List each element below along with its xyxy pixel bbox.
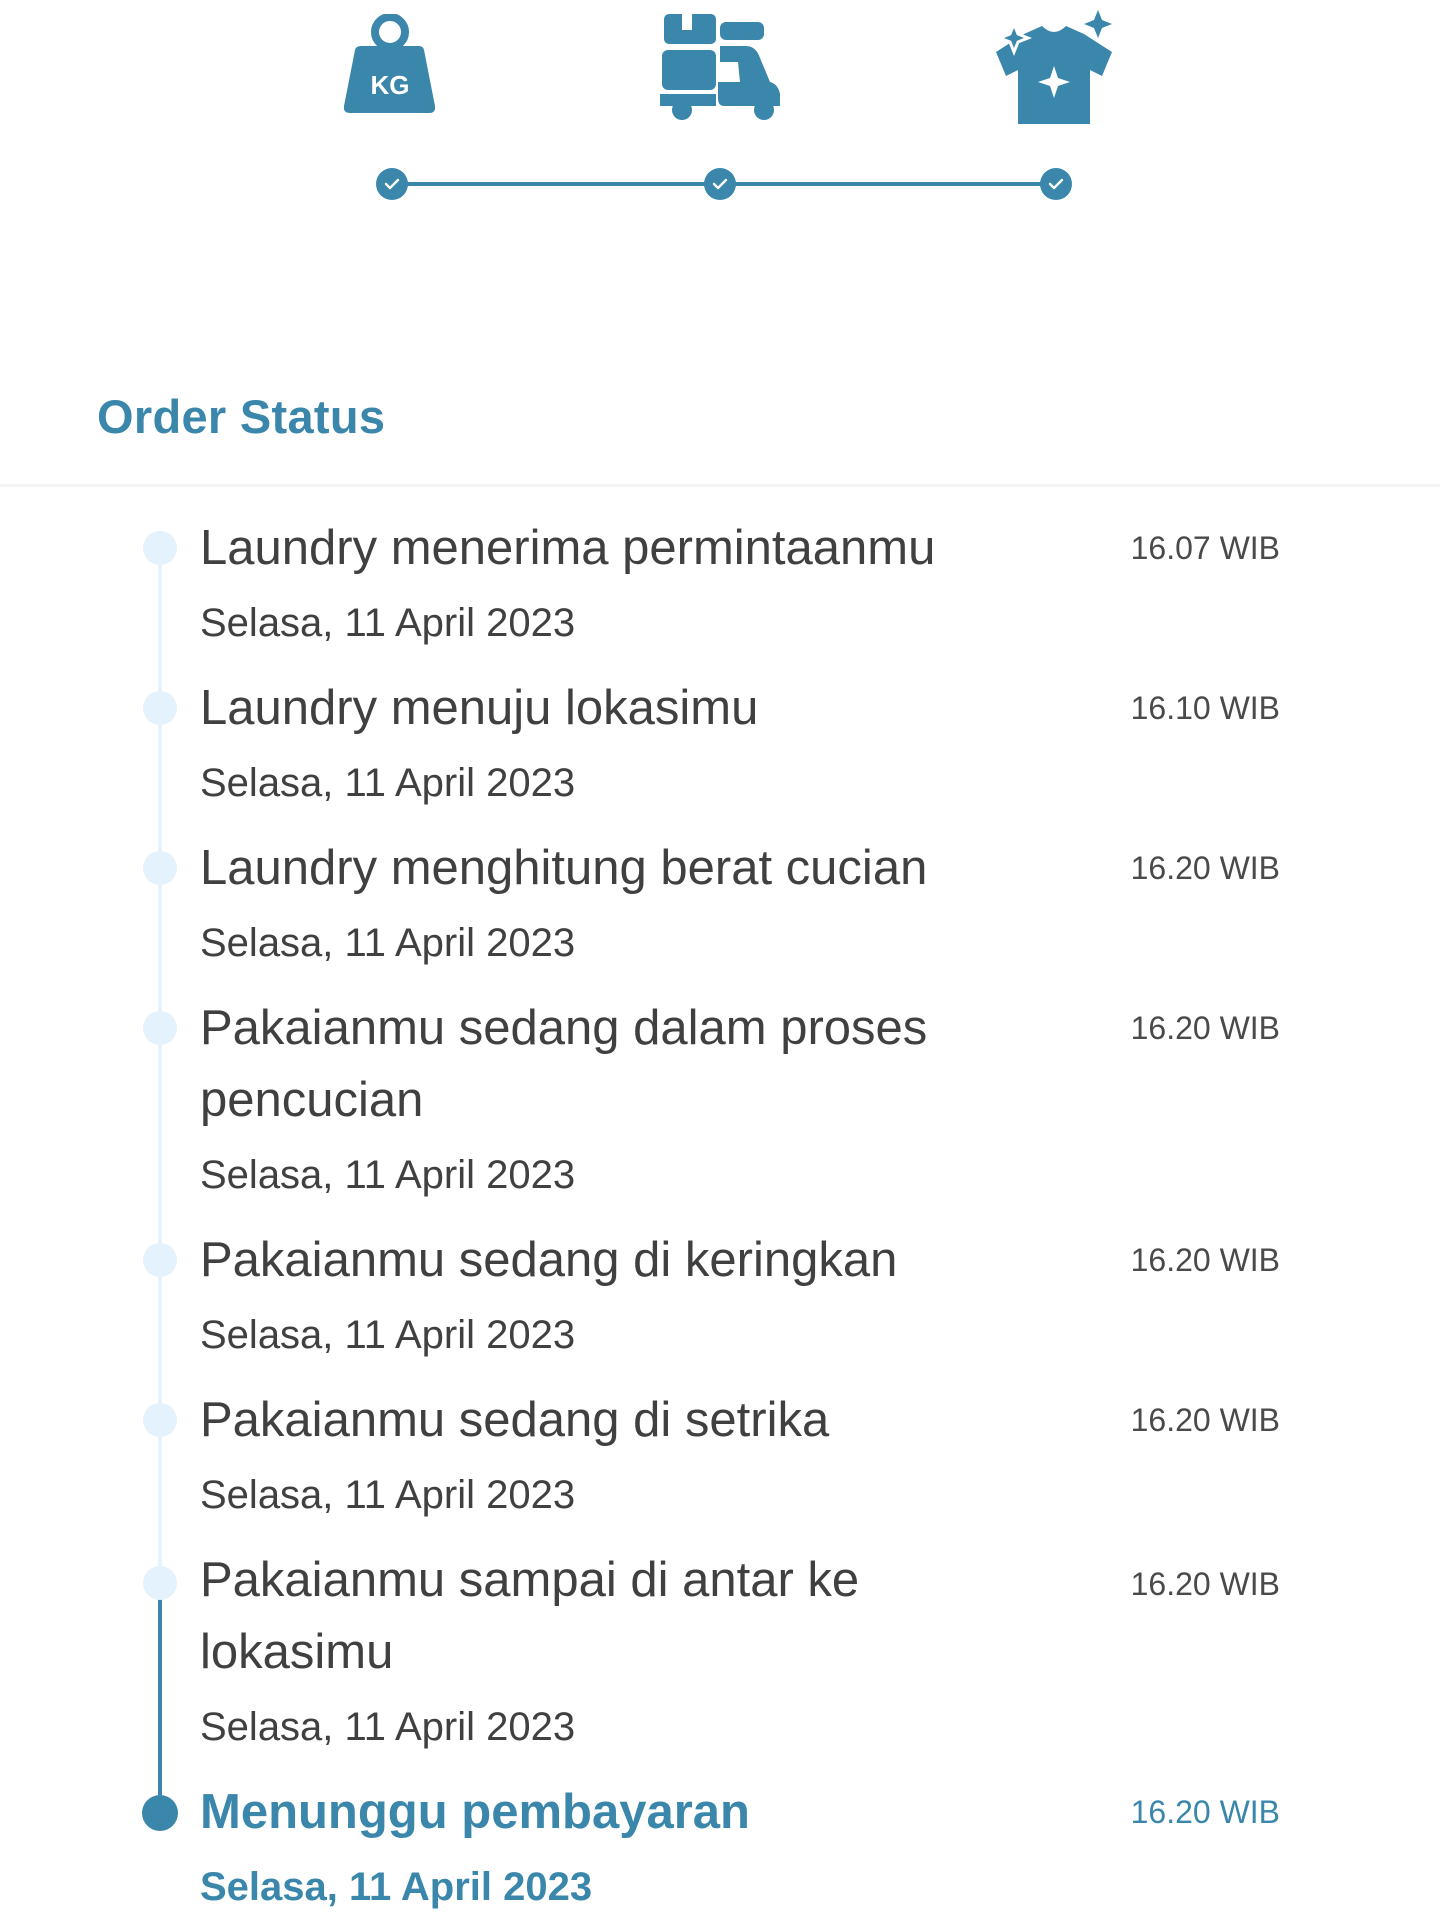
timeline-item-date: Selasa, 11 April 2023 [200,1473,576,1517]
timeline-item-date: Selasa, 11 April 2023 [200,1313,576,1357]
timeline-item-time: 16.20 WIB [1130,1010,1280,1046]
timeline-dot-active [142,1795,178,1831]
timeline-item-title: Pakaianmu sampai di antar ke lokasimu [200,1553,860,1679]
timeline-item-title: Pakaianmu sedang di keringkan [200,1233,898,1287]
timeline-dot [143,691,177,725]
timeline-item-title: Pakaianmu sedang dalam proses pencucian [200,1001,928,1127]
timeline-dot [143,531,177,565]
timeline-item-date: Selasa, 11 April 2023 [200,761,576,805]
timeline-item-date-active: Selasa, 11 April 2023 [200,1865,593,1909]
timeline-item-date: Selasa, 11 April 2023 [200,921,576,965]
timeline-dot [143,851,177,885]
timeline-dot [143,1566,177,1600]
timeline-item-time: 16.20 WIB [1130,1242,1280,1278]
timeline-dot [143,1403,177,1437]
timeline-item-time: 16.20 WIB [1130,1566,1280,1602]
timeline-item-time: 16.20 WIB [1130,850,1280,886]
timeline-item-title: Laundry menuju lokasimu [200,681,759,735]
timeline-item-time-active: 16.20 WIB [1130,1794,1280,1830]
timeline-rail-active [158,1578,162,1813]
timeline-item-time: 16.20 WIB [1130,1402,1280,1438]
timeline-item-date: Selasa, 11 April 2023 [200,1705,576,1749]
timeline-item-title: Pakaianmu sedang di setrika [200,1393,830,1447]
timeline-item-title: Laundry menerima permintaanmu [200,521,936,575]
timeline-dot [143,1011,177,1045]
timeline-item-time: 16.10 WIB [1130,690,1280,726]
timeline-item-date: Selasa, 11 April 2023 [200,601,576,645]
timeline-dot [143,1243,177,1277]
order-status-timeline: Laundry menerima permintaanmu Selasa, 11… [0,0,1440,1916]
timeline-item-title: Laundry menghitung berat cucian [200,841,928,895]
timeline-item-title-active: Menunggu pembayaran [200,1785,750,1839]
timeline-item-date: Selasa, 11 April 2023 [200,1153,576,1197]
timeline-item-time: 16.07 WIB [1130,530,1280,566]
